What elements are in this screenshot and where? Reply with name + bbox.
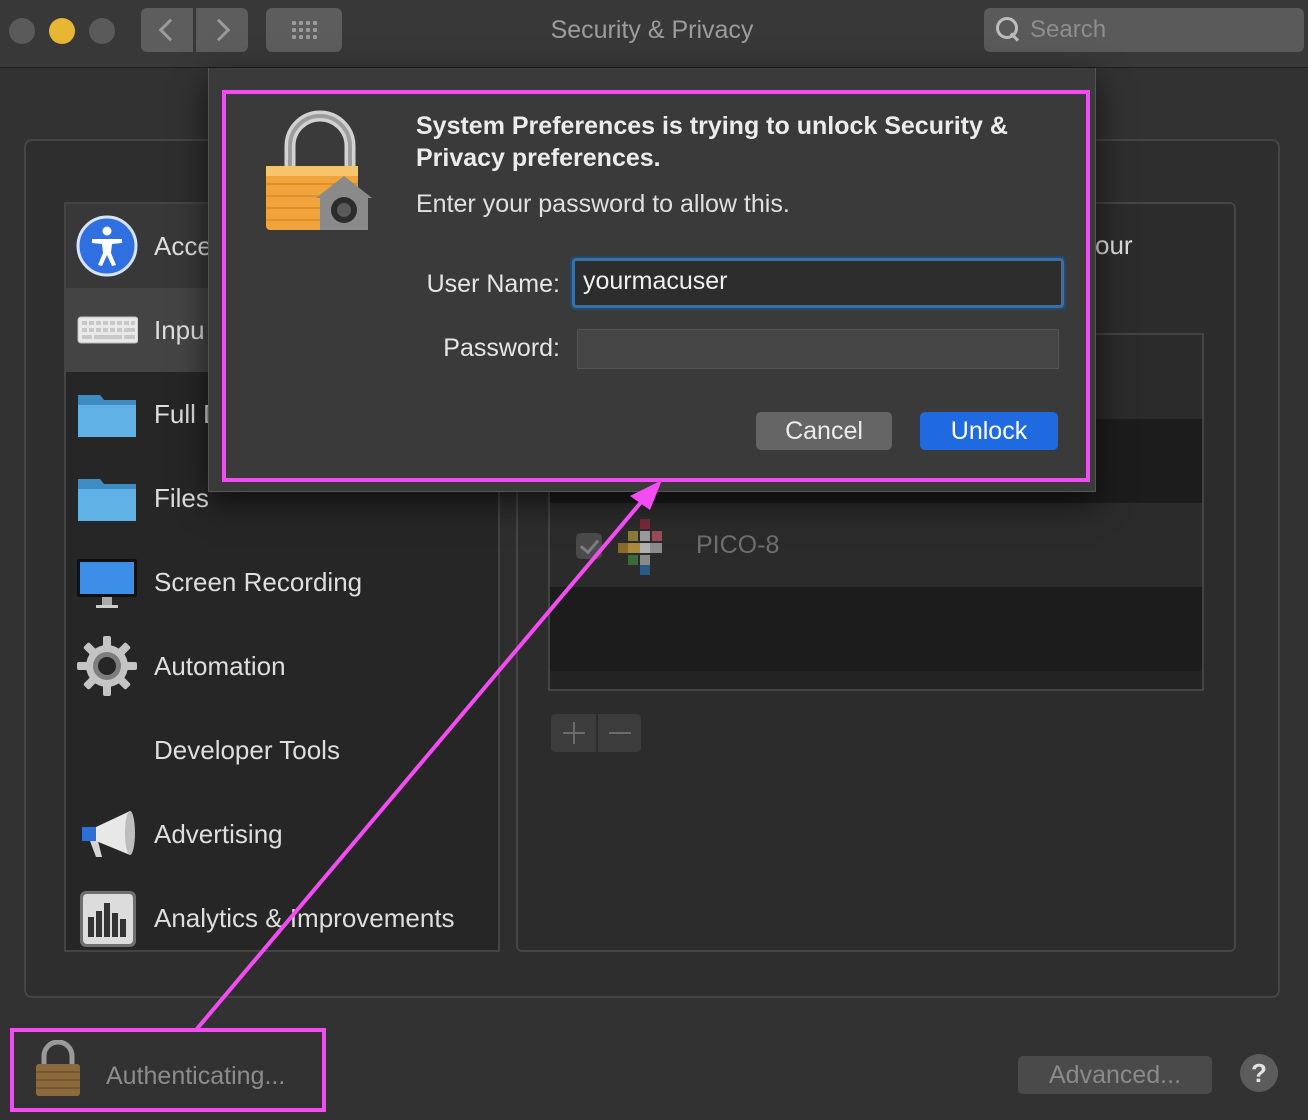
pico-8-icon: [618, 519, 662, 575]
sidebar-item-automation[interactable]: Automation: [66, 624, 498, 708]
folder-icon: [78, 395, 136, 437]
search-icon: [994, 15, 1024, 45]
display-icon: [77, 559, 137, 608]
help-button[interactable]: ?: [1240, 1054, 1278, 1092]
accessibility-icon: [76, 215, 138, 277]
close-window-button[interactable]: [9, 18, 35, 44]
sidebar-item-analytics[interactable]: Analytics & Improvements: [66, 876, 498, 960]
sidebar-item-label: Advertising: [154, 818, 283, 849]
add-remove-controls: [551, 714, 641, 752]
app-name: PICO-8: [696, 531, 780, 559]
show-all-button[interactable]: [266, 8, 342, 52]
keyboard-icon: [77, 316, 138, 344]
megaphone-icon: [82, 811, 135, 857]
gear-icon: [77, 636, 137, 696]
title-bar: Security & Privacy Search: [0, 0, 1308, 68]
advanced-button[interactable]: Advanced...: [1018, 1056, 1212, 1094]
search-placeholder: Search: [1030, 16, 1107, 43]
sidebar-item-label: Screen Recording: [154, 566, 363, 597]
sidebar-item-screen-recording[interactable]: Screen Recording: [66, 540, 498, 624]
app-enabled-checkbox[interactable]: [576, 533, 602, 559]
sidebar-item-advertising[interactable]: Advertising: [66, 792, 498, 876]
chevron-right-icon: [207, 18, 231, 42]
sidebar-item-label: Files: [154, 482, 209, 513]
sidebar-item-developer-tools[interactable]: Developer Tools: [66, 708, 498, 792]
window-title: Security & Privacy: [550, 16, 754, 44]
forward-button[interactable]: [196, 8, 248, 52]
panel-description: our: [1095, 230, 1133, 260]
list-item: [550, 587, 1202, 671]
folder-icon: [78, 479, 136, 521]
grid-icon: [291, 21, 317, 39]
zoom-window-button[interactable]: [89, 18, 115, 44]
list-item-pico-8[interactable]: PICO-8: [550, 503, 1202, 587]
highlight-lock-status: [10, 1028, 326, 1112]
back-button[interactable]: [141, 8, 193, 52]
search-field[interactable]: Search: [984, 8, 1304, 52]
sidebar-item-label: Automation: [154, 650, 286, 681]
highlight-dialog: [222, 90, 1090, 482]
add-app-button[interactable]: [551, 714, 596, 752]
remove-app-button[interactable]: [596, 714, 641, 752]
minimize-window-button[interactable]: [49, 18, 75, 44]
sidebar-item-label: Developer Tools: [154, 734, 340, 765]
sidebar-item-label: Inpu: [154, 314, 205, 345]
bar-chart-icon: [80, 891, 136, 947]
sidebar-item-label: Analytics & Improvements: [154, 902, 455, 933]
sidebar-item-label: Acce: [154, 230, 212, 261]
chevron-left-icon: [158, 18, 182, 42]
